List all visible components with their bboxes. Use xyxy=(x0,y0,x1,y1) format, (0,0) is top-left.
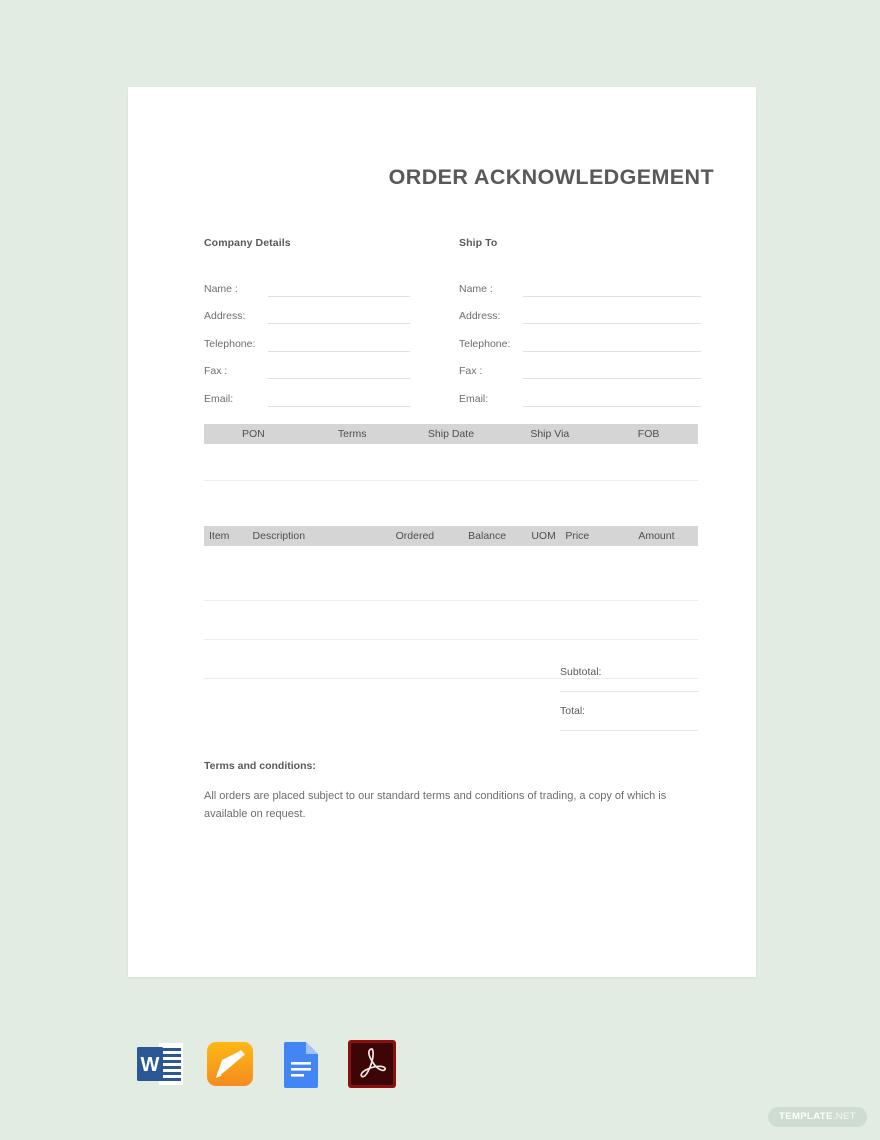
company-details-heading: Company Details xyxy=(204,237,291,249)
shipto-telephone-field-row: Telephone: xyxy=(459,324,701,352)
shipto-name-label: Name : xyxy=(459,282,493,295)
company-details-block: Company Details Name : Address: Telephon… xyxy=(204,237,410,407)
shipto-address-label: Address: xyxy=(459,310,501,322)
company-telephone-field-row: Telephone: xyxy=(204,324,410,352)
ship-to-block: Ship To Name : Address: Telephone: Fax :… xyxy=(459,237,701,407)
company-fax-input[interactable] xyxy=(268,363,410,379)
company-fax-label: Fax : xyxy=(204,365,228,377)
company-name-label: Name : xyxy=(204,282,238,295)
items-header-ordered: Ordered xyxy=(395,530,435,542)
terms-body: All orders are placed subject to our sta… xyxy=(204,790,667,820)
document-page: ORDER ACKNOWLEDGEMENT Company Details Na… xyxy=(128,87,756,977)
ship-to-heading: Ship To xyxy=(459,237,498,249)
shipto-name-field-row: Name : xyxy=(459,269,701,297)
terms-title: Terms and conditions: xyxy=(204,760,316,772)
shipto-name-input[interactable] xyxy=(523,281,701,297)
company-telephone-label: Telephone: xyxy=(204,337,256,350)
items-table-row[interactable] xyxy=(204,601,698,640)
total-row[interactable]: Total: xyxy=(560,692,698,731)
template-net-watermark: TEMPLATE.NET xyxy=(768,1107,867,1127)
shipto-email-field-row: Email: xyxy=(459,379,701,407)
items-header-item: Item xyxy=(209,530,230,542)
order-info-header-ship-via: Ship Via xyxy=(530,428,570,440)
company-fax-field-row: Fax : xyxy=(204,352,410,379)
subtotal-label: Subtotal: xyxy=(560,666,602,678)
page-title: ORDER ACKNOWLEDGEMENT xyxy=(388,165,714,189)
microsoft-word-icon[interactable]: W xyxy=(130,1035,188,1093)
order-info-table-header: PON Terms Ship Date Ship Via FOB xyxy=(204,424,698,444)
items-table-row[interactable] xyxy=(204,562,698,601)
company-address-input[interactable] xyxy=(268,308,410,324)
total-label: Total: xyxy=(560,705,586,717)
company-telephone-input[interactable] xyxy=(268,336,410,352)
order-info-table-row[interactable] xyxy=(204,444,698,481)
company-name-field-row: Name : xyxy=(204,269,410,297)
shipto-telephone-label: Telephone: xyxy=(459,337,511,350)
shipto-telephone-input[interactable] xyxy=(523,336,701,352)
file-format-icons: W xyxy=(130,1035,401,1093)
company-email-label: Email: xyxy=(204,392,234,405)
items-header-balance: Balance xyxy=(468,530,507,542)
order-info-header-pon: PON xyxy=(242,428,265,440)
adobe-pdf-icon[interactable] xyxy=(343,1035,401,1093)
order-info-header-fob: FOB xyxy=(637,428,660,440)
items-header-amount: Amount xyxy=(638,530,675,542)
items-header-description: Description xyxy=(252,530,306,542)
company-email-field-row: Email: xyxy=(204,379,410,407)
watermark-strong-text: TEMPLATE xyxy=(779,1111,833,1122)
company-address-label: Address: xyxy=(204,310,246,322)
shipto-address-input[interactable] xyxy=(523,308,701,324)
company-email-input[interactable] xyxy=(268,391,410,407)
items-header-uom: UOM xyxy=(531,530,556,542)
order-info-header-ship-date: Ship Date xyxy=(427,428,475,440)
totals-block: Subtotal: Total: xyxy=(560,653,698,731)
shipto-email-label: Email: xyxy=(459,392,489,405)
svg-text:W: W xyxy=(141,1054,160,1076)
shipto-fax-input[interactable] xyxy=(523,363,701,379)
shipto-fax-label: Fax : xyxy=(459,365,483,377)
items-header-price: Price xyxy=(565,530,590,542)
items-table-header: Item Description Ordered Balance UOM Pri… xyxy=(204,526,698,546)
shipto-email-input[interactable] xyxy=(523,391,701,407)
subtotal-row[interactable]: Subtotal: xyxy=(560,653,698,692)
google-docs-icon[interactable] xyxy=(272,1035,330,1093)
company-address-field-row: Address: xyxy=(204,297,410,324)
shipto-fax-field-row: Fax : xyxy=(459,352,701,379)
shipto-address-field-row: Address: xyxy=(459,297,701,324)
order-info-table: PON Terms Ship Date Ship Via FOB xyxy=(204,424,698,481)
company-name-input[interactable] xyxy=(268,281,410,297)
terms-and-conditions-block: Terms and conditions: All orders are pla… xyxy=(204,760,694,823)
watermark-light-text: .NET xyxy=(832,1111,856,1122)
order-info-header-terms: Terms xyxy=(337,428,367,440)
apple-pages-icon[interactable] xyxy=(201,1035,259,1093)
